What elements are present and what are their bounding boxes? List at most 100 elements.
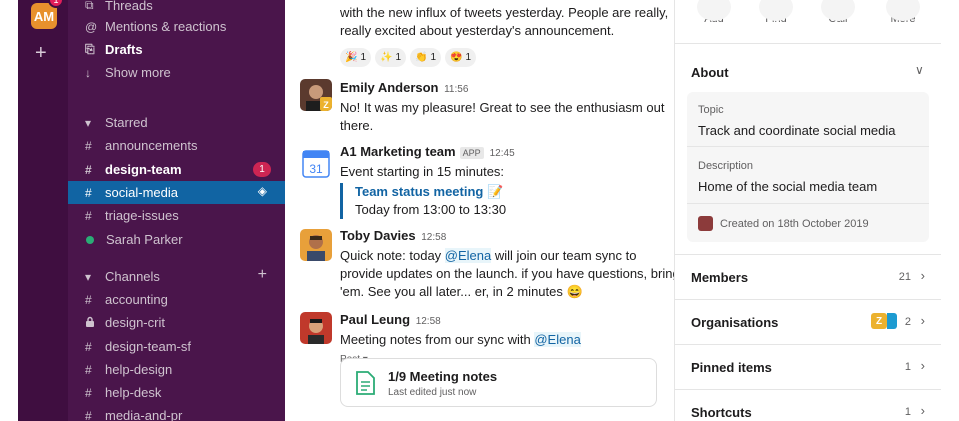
chevron-right-icon: › — [920, 268, 925, 283]
message-text: Event starting in 15 minutes: — [340, 164, 505, 179]
hash-icon: # — [85, 408, 92, 421]
user-mention[interactable]: @Elena — [534, 332, 581, 347]
sidebar-item-help-desk[interactable]: # help-desk — [68, 381, 285, 404]
timestamp[interactable]: 11:56 — [444, 84, 468, 95]
created-info: Created on 18th October 2019 — [698, 216, 869, 231]
calendar-app-icon[interactable]: 31 — [300, 147, 332, 179]
chevron-down-icon[interactable]: ∨ — [915, 63, 924, 77]
timestamp[interactable]: 12:45 — [490, 148, 515, 159]
description-value[interactable]: Home of the social media team — [698, 179, 877, 194]
find-action-button[interactable]: Find — [751, 0, 801, 25]
topic-value[interactable]: Track and coordinate social media — [698, 123, 896, 138]
sidebar-item-accounting[interactable]: # accounting — [68, 288, 285, 311]
sidebar-item-media-and-pr[interactable]: # media-and-pr — [68, 404, 285, 421]
add-action-button[interactable]: Add — [689, 0, 739, 25]
hash-icon: # — [85, 162, 92, 177]
arrow-down-icon: ↓ — [85, 65, 91, 80]
sidebar-item-design-team[interactable]: # design-team 1 — [68, 158, 285, 181]
creator-avatar — [698, 216, 713, 231]
post-attachment-card[interactable]: 1/9 Meeting notes Last edited just now — [340, 358, 657, 407]
avatar[interactable] — [300, 312, 332, 344]
event-title-link[interactable]: Team status meeting — [355, 184, 483, 199]
sidebar-item-announcements[interactable]: # announcements — [68, 134, 285, 157]
sidebar: ⧉ Threads @ Mentions & reactions ⎘ Draft… — [68, 0, 285, 421]
reaction-pill[interactable]: 😍 1 — [445, 48, 477, 67]
add-channel-icon[interactable]: + — [258, 266, 267, 284]
sidebar-item-show-more[interactable]: ↓ Show more — [68, 61, 285, 84]
hash-icon: # — [85, 138, 92, 153]
chevron-right-icon: › — [920, 313, 925, 328]
shared-channel-icon: ◈ — [257, 184, 267, 198]
hash-icon: # — [85, 339, 92, 354]
about-section: Topic Track and coordinate social media … — [687, 92, 929, 242]
reactions-bar: 🎉 1 ✨ 1 👏 1 😍 1 — [340, 48, 477, 67]
orgs-count: 2 — [904, 316, 911, 328]
add-workspace-icon[interactable]: + — [35, 43, 47, 63]
about-heading[interactable]: About — [691, 65, 729, 80]
starred-section-header[interactable]: ▾ Starred — [68, 111, 285, 134]
message-text: No! It was my pleasure! Great to see the… — [340, 100, 665, 133]
post-subtitle: Last edited just now — [388, 387, 477, 398]
sender-name[interactable]: Paul Leung — [340, 312, 410, 327]
hash-icon: # — [85, 362, 92, 377]
call-action-button[interactable]: Call — [813, 0, 863, 25]
timestamp[interactable]: 12:58 — [421, 232, 446, 243]
sidebar-item-social-media[interactable]: # social-media ◈ — [68, 181, 285, 204]
reaction-pill[interactable]: 👏 1 — [410, 48, 442, 67]
description-label: Description — [698, 160, 754, 172]
message-text: really excited about yesterday's announc… — [340, 23, 615, 38]
organisations-row[interactable]: Organisations Z 2 › — [675, 299, 941, 344]
document-icon — [354, 371, 376, 395]
org-z-icon: Z — [871, 313, 887, 329]
members-row[interactable]: Members 21 › — [675, 254, 941, 299]
app-badge: APP — [459, 147, 484, 159]
message-text: Quick note: today @Elena will join our t… — [340, 248, 680, 299]
details-actions: Add Find Call More — [675, 0, 941, 44]
reaction-pill[interactable]: ✨ 1 — [375, 48, 407, 67]
shortcuts-count: 1 — [904, 406, 911, 418]
pinned-count: 1 — [904, 361, 911, 373]
topic-label: Topic — [698, 104, 724, 116]
hash-icon: # — [85, 185, 92, 200]
svg-text:Z: Z — [323, 100, 329, 110]
svg-text:31: 31 — [309, 162, 323, 176]
channels-section-header[interactable]: ▾ Channels + — [68, 265, 285, 288]
message-text: Meeting notes from our sync with @Elena — [340, 332, 581, 347]
event-card: Team status meeting 📝 Today from 13:00 t… — [340, 183, 680, 219]
sender-name[interactable]: A1 Marketing team — [340, 144, 456, 159]
shortcuts-row[interactable]: Shortcuts 1 › — [675, 389, 941, 421]
sidebar-item-drafts[interactable]: ⎘ Drafts — [68, 38, 285, 61]
chevron-right-icon: › — [920, 358, 925, 373]
sender-name[interactable]: Emily Anderson — [340, 80, 438, 95]
timestamp[interactable]: 12:58 — [416, 316, 441, 327]
sidebar-item-design-crit[interactable]: design-crit — [68, 311, 285, 334]
hash-icon: # — [85, 208, 92, 223]
post-title: 1/9 Meeting notes — [388, 369, 498, 384]
reaction-pill[interactable]: 🎉 1 — [340, 48, 372, 67]
caret-down-icon: ▾ — [85, 115, 92, 130]
caret-down-icon: ▾ — [85, 269, 92, 284]
presence-active-icon — [86, 235, 94, 244]
chevron-right-icon: › — [920, 403, 925, 418]
message-text: with the new influx of tweets yesterday.… — [340, 5, 669, 20]
pinned-items-row[interactable]: Pinned items 1 › — [675, 344, 941, 389]
search-icon — [759, 0, 793, 21]
user-mention[interactable]: @Elena — [444, 248, 492, 263]
hash-icon: # — [85, 292, 92, 307]
avatar[interactable]: Z — [300, 79, 332, 111]
threads-icon: ⧉ — [85, 0, 94, 12]
org-logos: Z — [871, 313, 897, 329]
members-count: 21 — [898, 271, 911, 283]
notepad-icon: 📝 — [486, 184, 504, 199]
sidebar-item-design-team-sf[interactable]: # design-team-sf — [68, 335, 285, 358]
sidebar-item-mentions[interactable]: @ Mentions & reactions — [68, 15, 285, 38]
hash-icon: # — [85, 385, 92, 400]
sidebar-item-sarah-parker[interactable]: Sarah Parker — [68, 228, 285, 251]
sender-name[interactable]: Toby Davies — [340, 228, 416, 243]
more-action-button[interactable]: More — [878, 0, 928, 25]
message-pane: with the new influx of tweets yesterday.… — [285, 0, 680, 421]
sidebar-item-help-design[interactable]: # help-design — [68, 358, 285, 381]
sidebar-item-triage-issues[interactable]: # triage-issues — [68, 204, 285, 227]
avatar[interactable] — [300, 229, 332, 261]
phone-icon — [821, 0, 855, 21]
